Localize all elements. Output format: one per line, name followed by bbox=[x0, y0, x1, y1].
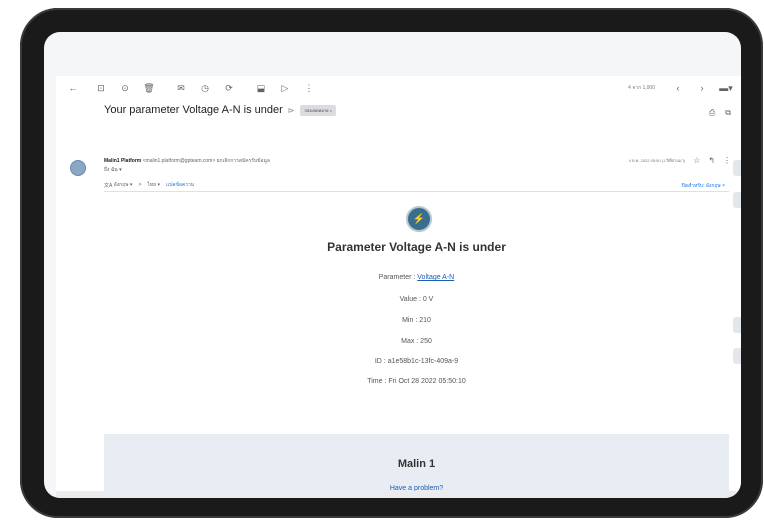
parameter-label: Parameter : bbox=[378, 274, 418, 281]
max-row: Max : 250 bbox=[401, 338, 432, 345]
label-icon[interactable]: ▷ bbox=[278, 81, 292, 95]
report-spam-icon[interactable]: ⊙ bbox=[118, 81, 132, 95]
id-row: ID : a1e58b1c-13fc-409a-9 bbox=[374, 358, 459, 365]
translate-message-link[interactable]: แปลข้อความ bbox=[166, 181, 194, 189]
malin-logo: ⚡ bbox=[406, 206, 432, 232]
min-row: Min : 210 bbox=[402, 317, 431, 324]
add-task-icon[interactable]: ⟳ bbox=[222, 81, 236, 95]
gmail-message-view: ← ⊡ ⊙ 🗑 ✉ ◷ ⟳ ⬓ ▷ ⋮ 4 จาก 1,000 ‹ › ▬▾ Y… bbox=[56, 76, 741, 498]
value-row: Value : 0 V bbox=[399, 296, 434, 303]
sender-name: Malin1 Platform bbox=[104, 158, 142, 164]
chevron-right-icon[interactable]: › bbox=[695, 81, 709, 95]
more-options-icon[interactable]: ⋮ bbox=[723, 156, 731, 165]
email-footer: Malin 1 Have a problem? bbox=[104, 434, 729, 498]
back-icon[interactable]: ← bbox=[66, 81, 80, 95]
time-row: Time : Fri Oct 28 2022 05:50:10 bbox=[367, 378, 466, 385]
message-toolbar: ← ⊡ ⊙ 🗑 ✉ ◷ ⟳ ⬓ ▷ ⋮ 4 จาก 1,000 ‹ › ▬▾ bbox=[56, 76, 741, 100]
print-icon[interactable]: ⎙ bbox=[709, 108, 715, 118]
pager-controls: 4 จาก 1,000 ‹ › ▬▾ bbox=[628, 76, 741, 100]
translate-to-select[interactable]: ไทย ▾ bbox=[147, 181, 160, 189]
horizontal-scrollbar[interactable] bbox=[56, 491, 741, 498]
alert-heading: Parameter Voltage A-N is under bbox=[327, 240, 506, 254]
translate-icon: 文A bbox=[104, 182, 114, 189]
move-to-icon[interactable]: ⬓ bbox=[254, 81, 268, 95]
reply-icon[interactable]: ↰ bbox=[708, 156, 715, 165]
parameter-link[interactable]: Voltage A-N bbox=[417, 274, 454, 281]
star-icon[interactable]: ☆ bbox=[693, 156, 700, 165]
inbox-label-chip[interactable]: กล่องจดหมาย × bbox=[300, 104, 336, 116]
pager-text: 4 จาก 1,000 bbox=[628, 85, 655, 91]
parameter-row: Parameter : Voltage A-N bbox=[104, 274, 729, 281]
email-subject-line: Your parameter Voltage A-N is under ⊳ กล… bbox=[104, 104, 336, 116]
tablet-screen: ← ⊡ ⊙ 🗑 ✉ ◷ ⟳ ⬓ ▷ ⋮ 4 จาก 1,000 ‹ › ▬▾ Y… bbox=[44, 32, 741, 498]
unsubscribe-link[interactable]: ยกเลิกการสมัครรับข้อมูล bbox=[217, 158, 270, 164]
chevron-left-icon[interactable]: ‹ bbox=[671, 81, 685, 95]
important-marker-icon[interactable]: ⊳ bbox=[288, 106, 295, 115]
open-new-window-icon[interactable]: ⧉ bbox=[725, 108, 731, 118]
sender-address: <malin1.platform@gpteam.com> bbox=[142, 158, 216, 164]
input-tools-icon[interactable]: ▬▾ bbox=[719, 81, 733, 95]
subject-actions: ⎙ ⧉ bbox=[709, 108, 731, 118]
sender-avatar bbox=[70, 160, 86, 176]
email-subject: Your parameter Voltage A-N is under bbox=[104, 104, 283, 116]
side-panel-tab[interactable] bbox=[733, 160, 741, 176]
sender-info: Malin1 Platform <malin1.platform@gpteam.… bbox=[104, 157, 270, 165]
recipient-line[interactable]: ถึง ฉัน ▾ bbox=[104, 166, 122, 174]
side-panel-tab[interactable] bbox=[733, 348, 741, 364]
mark-unread-icon[interactable]: ✉ bbox=[174, 81, 188, 95]
archive-icon[interactable]: ⊡ bbox=[94, 81, 108, 95]
translate-off-link[interactable]: ปิดสำหรับ: อังกฤษ × bbox=[682, 182, 725, 190]
footer-brand: Malin 1 bbox=[397, 458, 436, 470]
translate-arrow: > bbox=[138, 182, 142, 188]
snooze-icon[interactable]: ◷ bbox=[198, 81, 212, 95]
message-time: 4 ต.ค. 2022 05:50 (1 ปีที่ผ่านมา) bbox=[628, 158, 686, 163]
side-panel-tab[interactable] bbox=[733, 192, 741, 208]
more-actions-icon[interactable]: ⋮ bbox=[302, 81, 316, 95]
side-panel-tab[interactable] bbox=[733, 317, 741, 333]
translate-from-select[interactable]: อังกฤษ ▾ bbox=[114, 181, 133, 189]
message-meta: 4 ต.ค. 2022 05:50 (1 ปีที่ผ่านมา) ☆ ↰ ⋮ bbox=[629, 156, 731, 165]
tablet-frame: ← ⊡ ⊙ 🗑 ✉ ◷ ⟳ ⬓ ▷ ⋮ 4 จาก 1,000 ‹ › ▬▾ Y… bbox=[20, 8, 763, 518]
delete-icon[interactable]: 🗑 bbox=[142, 81, 156, 95]
translate-bar: 文A อังกฤษ ▾ > ไทย ▾ แปลข้อความ ปิดสำหรับ… bbox=[104, 179, 729, 192]
